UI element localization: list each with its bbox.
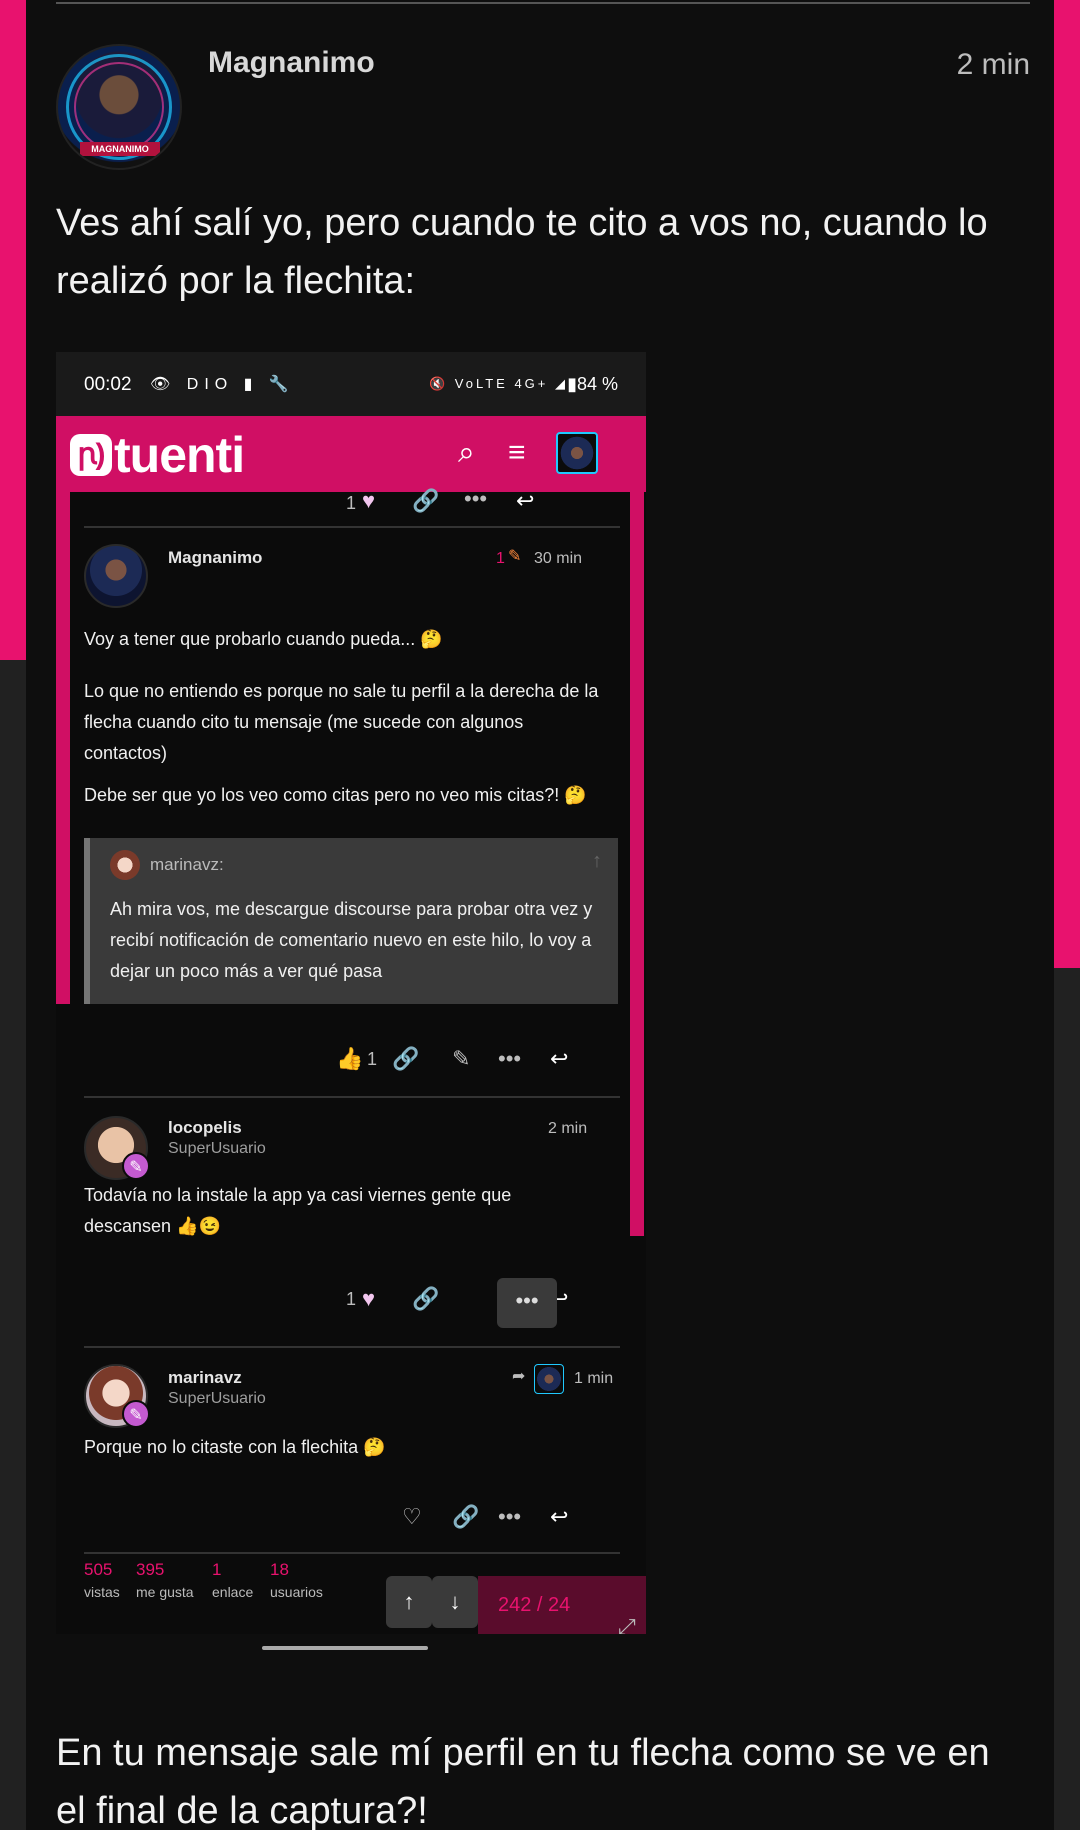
heart-icon: ♥ [362, 488, 376, 513]
stat-likes: 395 me gusta [136, 1560, 194, 1600]
divider [56, 2, 1030, 4]
left-accent-band [0, 0, 26, 660]
reply-to-avatar [534, 1364, 564, 1394]
post-author: locopelis [168, 1118, 242, 1137]
quote-block: marinavz: ↑ Ah mira vos, me descargue di… [84, 838, 618, 1004]
divider [84, 526, 620, 528]
pencil-icon: ✎ [452, 1046, 471, 1071]
like-count: 1 [346, 1289, 357, 1309]
post-author: Magnanimo [168, 548, 263, 567]
post-actions: 1 ♥ 🔗 ↩ [56, 1280, 646, 1320]
post-text: Voy a tener que probarlo cuando pueda...… [84, 629, 443, 649]
status-time: 00:02 [84, 374, 132, 395]
post-time: 1 min [574, 1370, 614, 1387]
search-icon: ⌕ [458, 436, 475, 469]
like-count: 1 [367, 1049, 378, 1069]
reply-to-icon: ➦ [512, 1368, 526, 1385]
pink-edge-left [56, 492, 70, 1004]
divider [84, 1096, 620, 1098]
post-time: 30 min [534, 550, 583, 567]
forum-post: MAGNANIMO Magnanimo 2 min Ves ahí salí y… [26, 0, 1054, 1830]
like-count: 1 [346, 493, 357, 513]
link-icon: 🔗 [412, 1286, 440, 1311]
more-icon: ••• [498, 1046, 522, 1071]
logo-mark-icon: ꞃ) [70, 434, 112, 476]
divider [84, 1552, 620, 1554]
embedded-screenshot[interactable]: 00:02 👁 DIO ▮ 🔧 🔇 VoLTE 4G+ ◢ ▮84 % ꞃ) tu… [56, 352, 646, 1634]
link-icon: 🔗 [392, 1046, 420, 1071]
post-author: marinavz [168, 1368, 242, 1387]
post-text: Debe ser que yo los veo como citas pero … [84, 785, 587, 805]
post-text: Lo que no entiendo es porque no sale tu … [84, 681, 599, 763]
post-text: Ves ahí salí yo, pero cuando te cito a v… [56, 202, 988, 302]
logo-text: tuenti [114, 427, 245, 483]
more-icon: ••• [498, 1504, 522, 1529]
tuenti-logo: ꞃ) tuenti [70, 427, 245, 483]
hamburger-menu-icon: ≡ [508, 436, 526, 469]
author-name[interactable]: Magnanimo [208, 46, 375, 80]
link-icon: 🔗 [452, 1504, 480, 1529]
link-icon: 🔗 [412, 488, 440, 513]
more-options-button: ••• [497, 1278, 557, 1328]
post-actions: 👍 1 🔗 ✎ ••• ↩ [56, 1040, 646, 1080]
reply-icon: ↩ [550, 1046, 569, 1071]
status-icons-left: 👁 DIO ▮ 🔧 [150, 376, 295, 393]
post-text: Porque no lo citaste con la flechita 🤔 [84, 1437, 386, 1457]
post-time: 2 min [548, 1120, 588, 1137]
more-icon: ••• [464, 486, 488, 511]
post-actions: ♡ 🔗 ••• ↩ [56, 1498, 646, 1538]
author-avatar[interactable]: MAGNANIMO [56, 44, 182, 170]
quote-author: marinavz: [150, 855, 224, 874]
avatar-tag: MAGNANIMO [80, 142, 160, 156]
superuser-badge-icon: ✎ [122, 1400, 150, 1428]
app-header: ꞃ) tuenti ⌕ ≡ [56, 416, 646, 492]
pink-edge-right [630, 492, 644, 1236]
post-text: Todavía no la instale la app ya casi vie… [84, 1185, 512, 1236]
phone-status-bar: 00:02 👁 DIO ▮ 🔧 🔇 VoLTE 4G+ ◢ ▮84 % [56, 352, 646, 416]
avatar [84, 544, 148, 608]
stat-users: 18 usuarios [270, 1560, 323, 1600]
battery-level: ▮84 % [567, 374, 618, 394]
divider [84, 1346, 620, 1348]
edit-count: 1 [496, 550, 505, 567]
heart-icon: ♥ [362, 1286, 376, 1311]
thumbs-up-icon: 👍 [336, 1046, 364, 1071]
gesture-home-bar [262, 1646, 428, 1650]
superuser-badge-icon: ✎ [122, 1152, 150, 1180]
post-text: En tu mensaje sale mí perfil en tu flech… [56, 1732, 990, 1830]
arrow-up-icon: ↑ [592, 850, 602, 872]
post-actions: 1 ♥ 🔗 ••• ↩ [56, 486, 646, 522]
expand-icon: ⤢ [618, 1614, 636, 1634]
quote-avatar [110, 850, 140, 880]
header-avatar [556, 432, 598, 474]
reply-icon: ↩ [516, 488, 535, 513]
reply-icon: ↩ [550, 1504, 569, 1529]
quote-text: Ah mira vos, me descargue discourse para… [110, 899, 593, 981]
user-title: SuperUsuario [168, 1140, 266, 1157]
heart-outline-icon: ♡ [402, 1504, 422, 1529]
post-time[interactable]: 2 min [957, 48, 1030, 82]
status-icons-right: 🔇 VoLTE 4G+ ◢ [428, 376, 568, 391]
right-accent-band [1054, 0, 1080, 968]
user-title: SuperUsuario [168, 1390, 266, 1407]
scroll-down-button: ↓ [432, 1576, 478, 1628]
pencil-icon: ✎ [508, 548, 522, 565]
scroll-up-button: ↑ [386, 1576, 432, 1628]
